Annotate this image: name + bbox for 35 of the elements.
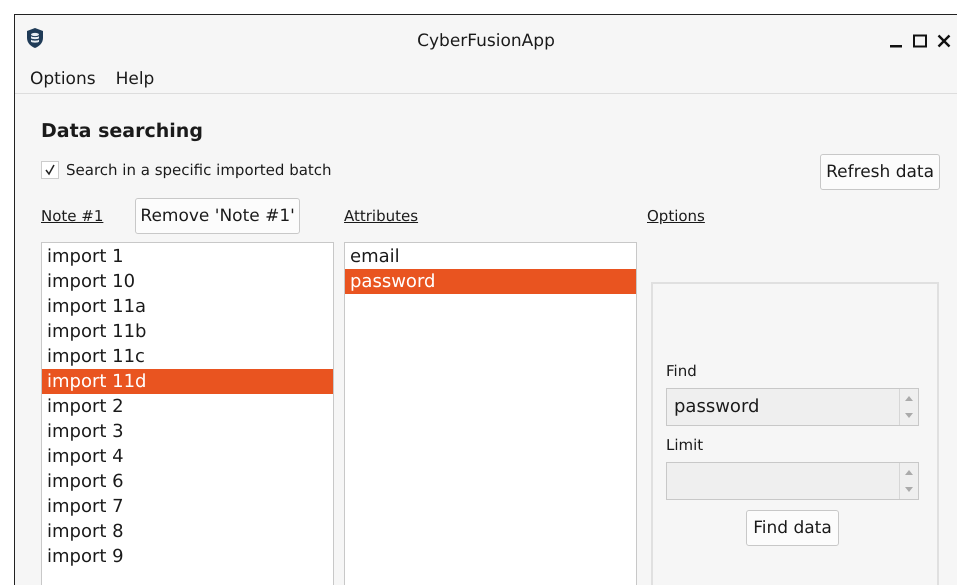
list-item[interactable]: import 8	[42, 519, 333, 544]
list-item[interactable]: import 11c	[42, 344, 333, 369]
list-item[interactable]: import 4	[42, 444, 333, 469]
close-icon[interactable]	[937, 34, 951, 48]
find-label: Find	[666, 362, 698, 380]
list-item[interactable]: import 11a	[42, 294, 333, 319]
menu-item[interactable]: Options	[30, 69, 96, 89]
limit-label: Limit	[666, 436, 704, 454]
list-item[interactable]: email	[345, 244, 636, 269]
limit-field[interactable]	[666, 462, 919, 500]
window-title: CyberFusionApp	[417, 31, 555, 51]
find-field[interactable]: password	[666, 388, 919, 426]
remove-button[interactable]: Remove 'Note #1'	[135, 198, 300, 234]
list-item[interactable]: import 11d	[42, 369, 333, 394]
list-item[interactable]: import 7	[42, 494, 333, 519]
list-item[interactable]: password	[345, 269, 636, 294]
list-item[interactable]: import 2	[42, 394, 333, 419]
options-label: Options	[647, 207, 705, 225]
note-label: Note #1	[41, 207, 104, 225]
checkbox[interactable]	[41, 161, 59, 179]
list-item[interactable]: import 10	[42, 269, 333, 294]
check-icon	[44, 164, 56, 176]
list-item[interactable]: import 6	[42, 469, 333, 494]
shield-icon	[25, 27, 45, 49]
batch-checkbox[interactable]: Search in a specific imported batch	[41, 161, 332, 179]
list-item[interactable]: import 11b	[42, 319, 333, 344]
find-button[interactable]: Find data	[746, 510, 839, 546]
attributes-label: Attributes	[344, 207, 418, 225]
menu-item[interactable]: Help	[116, 69, 154, 89]
list-item[interactable]: import 3	[42, 419, 333, 444]
list-item[interactable]: import 9	[42, 544, 333, 569]
maximize-icon[interactable]	[913, 34, 927, 48]
refresh-button[interactable]: Refresh data	[820, 154, 940, 190]
section-title: Data searching	[41, 120, 204, 142]
list-item[interactable]: import 1	[42, 244, 333, 269]
